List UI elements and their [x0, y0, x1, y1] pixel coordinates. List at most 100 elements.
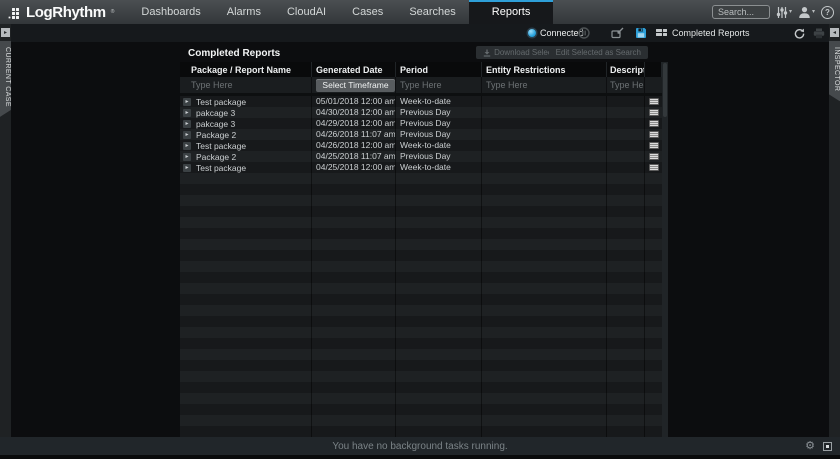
cell-period — [396, 206, 482, 217]
cell-generated-date — [312, 272, 396, 283]
cell-description — [607, 426, 645, 437]
cell-description — [607, 195, 645, 206]
column-header-period[interactable]: Period — [396, 62, 482, 77]
export-report-button[interactable] — [611, 24, 624, 42]
cell-entity-restrictions — [482, 239, 607, 250]
report-file-icon[interactable] — [649, 153, 659, 160]
report-file-icon[interactable] — [649, 98, 659, 105]
refresh-icon — [794, 28, 805, 39]
cell-description — [607, 305, 645, 316]
table-row[interactable]: ▸pakcage 304/29/2018 12:00 amPrevious Da… — [180, 118, 662, 129]
user-menu[interactable]: ▾ — [798, 6, 815, 19]
row-expand-icon[interactable]: ▸ — [183, 153, 191, 161]
cell-generated-date — [312, 261, 396, 272]
row-expand-icon[interactable]: ▸ — [183, 142, 191, 150]
cell-package-name: ▸Test package — [180, 96, 312, 107]
cell-generated-date — [312, 173, 396, 184]
cell-package-name — [180, 294, 312, 305]
select-timeframe-button[interactable]: Select Timeframe — [316, 79, 395, 92]
report-file-icon[interactable] — [649, 120, 659, 127]
nav-tab-searches[interactable]: Searches — [396, 0, 468, 24]
nav-tab-alarms[interactable]: Alarms — [214, 0, 274, 24]
help-icon[interactable]: ? — [821, 6, 834, 19]
row-expand-icon[interactable]: ▸ — [183, 98, 191, 106]
filter-period-input[interactable] — [400, 80, 481, 90]
report-file-icon[interactable] — [649, 142, 659, 149]
export-report-icon — [611, 27, 624, 39]
table-row-empty — [180, 261, 662, 272]
cell-actions — [645, 327, 662, 338]
cell-description — [607, 239, 645, 250]
row-expand-icon[interactable]: ▸ — [183, 120, 191, 128]
cell-entity-restrictions — [482, 195, 607, 206]
cell-actions — [645, 195, 662, 206]
table-row-empty — [180, 404, 662, 415]
cell-generated-date — [312, 393, 396, 404]
cell-entity-restrictions — [482, 206, 607, 217]
current-case-tab[interactable]: CURRENT CASE — [0, 41, 11, 117]
report-file-icon[interactable] — [649, 164, 659, 171]
scrollbar-thumb[interactable] — [663, 63, 667, 117]
pause-button[interactable] — [578, 24, 590, 42]
table-row-empty — [180, 294, 662, 305]
table-row[interactable]: ▸Test package04/25/2018 12:00 amWeek-to-… — [180, 162, 662, 173]
filter-package-name-input[interactable] — [191, 80, 311, 90]
vertical-scrollbar[interactable] — [662, 62, 668, 437]
cell-description — [607, 140, 645, 151]
table-row-empty — [180, 305, 662, 316]
column-header-entity-restrictions[interactable]: Entity Restrictions — [482, 62, 607, 77]
row-expand-icon[interactable]: ▸ — [183, 109, 191, 117]
column-header-description[interactable]: Description — [607, 62, 645, 77]
cell-period — [396, 382, 482, 393]
table-row[interactable]: ▸Package 204/26/2018 11:07 amPrevious Da… — [180, 129, 662, 140]
save-button[interactable] — [635, 24, 647, 42]
user-icon — [798, 6, 811, 19]
nav-tab-cloudai[interactable]: CloudAI — [274, 0, 339, 24]
table-row-empty — [180, 393, 662, 404]
cell-generated-date — [312, 184, 396, 195]
cell-period — [396, 415, 482, 426]
table-row[interactable]: ▸Test package05/01/2018 12:00 amWeek-to-… — [180, 96, 662, 107]
collapse-left-rail-icon[interactable]: ▸ — [1, 28, 10, 37]
view-selector-completed-reports[interactable]: Completed Reports — [656, 24, 750, 42]
cell-description — [607, 129, 645, 140]
report-file-icon[interactable] — [649, 131, 659, 138]
row-expand-icon[interactable]: ▸ — [183, 164, 191, 172]
cell-period — [396, 371, 482, 382]
cell-actions — [645, 239, 662, 250]
search-input[interactable] — [712, 5, 770, 19]
cell-package-name — [180, 195, 312, 206]
row-expand-icon[interactable]: ▸ — [183, 131, 191, 139]
cell-description — [607, 316, 645, 327]
inspector-tab[interactable]: INSPECTOR — [829, 41, 840, 101]
collapse-right-rail-icon[interactable]: ◂ — [830, 28, 839, 37]
gear-icon[interactable]: ⚙ — [805, 441, 815, 452]
print-button[interactable] — [813, 24, 825, 42]
filter-description-input[interactable] — [610, 80, 644, 90]
cell-actions — [645, 250, 662, 261]
cell-period — [396, 327, 482, 338]
cell-period — [396, 294, 482, 305]
pause-icon — [578, 27, 590, 39]
column-header-package-report-name[interactable]: Package / Report Name — [180, 62, 312, 77]
cell-package-name — [180, 261, 312, 272]
refresh-button[interactable] — [794, 24, 805, 42]
logrhythm-app-window: LogRhythm ® DashboardsAlarmsCloudAICases… — [0, 0, 840, 459]
edit-selected-as-search-button[interactable]: Edit Selected as Search — [549, 46, 648, 59]
table-row[interactable]: ▸pakcage 304/30/2018 12:00 amPrevious Da… — [180, 107, 662, 118]
nav-tab-cases[interactable]: Cases — [339, 0, 396, 24]
nav-tab-dashboards[interactable]: Dashboards — [128, 0, 213, 24]
cell-actions — [645, 316, 662, 327]
search-filter-control[interactable]: ▾ — [776, 6, 792, 19]
cell-description — [607, 360, 645, 371]
column-header-generated-date[interactable]: Generated Date — [312, 62, 396, 77]
background-tasks-icon[interactable] — [823, 442, 832, 451]
cell-description — [607, 272, 645, 283]
table-row[interactable]: ▸Test package04/26/2018 12:00 amWeek-to-… — [180, 140, 662, 151]
report-file-icon[interactable] — [649, 109, 659, 116]
connected-label: Connected — [540, 28, 584, 38]
table-row[interactable]: ▸Package 204/25/2018 11:07 amPrevious Da… — [180, 151, 662, 162]
package-name-text: Package 2 — [196, 152, 236, 162]
filter-entity-restrictions-input[interactable] — [486, 80, 606, 90]
nav-tab-reports[interactable]: Reports — [469, 0, 554, 24]
